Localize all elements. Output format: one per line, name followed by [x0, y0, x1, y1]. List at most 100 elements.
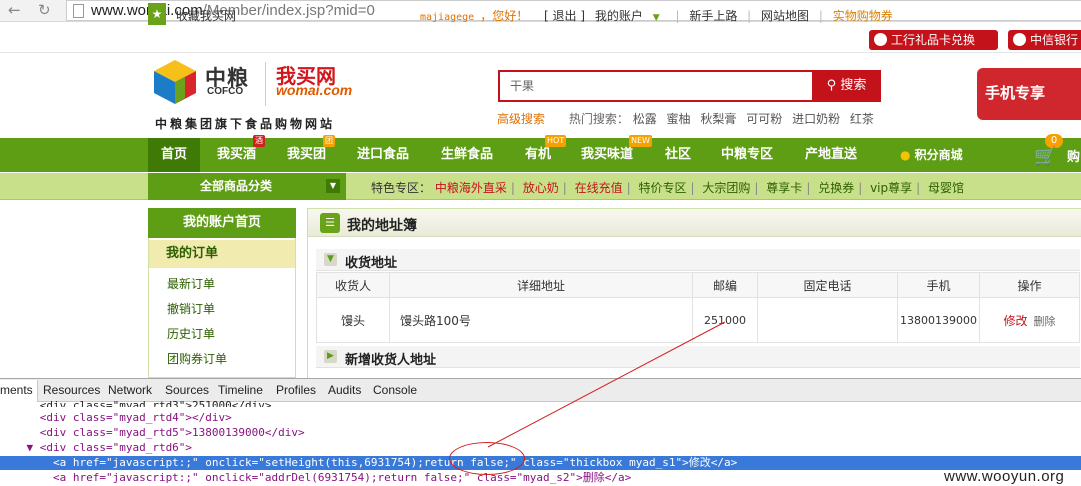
back-icon[interactable]: ← [8, 1, 21, 19]
nav-taste[interactable]: 我买味道 NEW [581, 135, 652, 172]
special-link[interactable]: 特价专区 [639, 181, 687, 195]
chevron-down-icon: ▼ [652, 13, 660, 23]
sidebar-title[interactable]: 我的账户首页 [148, 208, 296, 238]
citic-card-button[interactable]: 中信银行 [1008, 30, 1081, 50]
hot-search-label: 热门搜索： [568, 112, 629, 126]
delete-link[interactable]: 删除 [1034, 315, 1056, 328]
mobile-banner[interactable]: 手机专享 [977, 68, 1081, 120]
chevron-down-icon[interactable]: ▼ [326, 179, 340, 193]
code-line[interactable]: <a href="javascript:;" onclick="addrDel(… [0, 471, 1081, 485]
tab-elements[interactable]: ments [0, 383, 33, 397]
main-nav: 首页 我买酒酒 我买团团 进口食品 生鲜食品 有机 HOT 我买味道 NEW 社区 … [0, 135, 1081, 172]
sitemap-link[interactable]: 网站地图 [761, 9, 809, 23]
tab-audits[interactable]: Audits [328, 383, 361, 397]
divider: | [675, 9, 680, 23]
nav-fresh[interactable]: 生鲜食品 [441, 138, 493, 172]
all-categories-button[interactable]: 全部商品分类 [148, 173, 346, 200]
sidebar-item-latest[interactable]: 最新订单 [167, 275, 215, 292]
favorite-link[interactable]: 收藏我买网 [176, 7, 236, 24]
sidebar-item-history[interactable]: 历史订单 [167, 325, 215, 342]
nav-points[interactable]: ● 积分商城 [900, 138, 963, 172]
nav-import[interactable]: 进口食品 [357, 138, 409, 172]
hot-keyword[interactable]: 秋梨膏 [700, 112, 736, 126]
username: majiagege ，您好！ [420, 9, 529, 23]
col-zip: 邮编 [692, 272, 758, 298]
sidebar-item-group-coupon[interactable]: 团购券订单 [167, 350, 227, 367]
sidebar-item-cancelled[interactable]: 撤销订单 [167, 300, 215, 317]
hot-keyword[interactable]: 进口奶粉 [792, 112, 840, 126]
search-button[interactable]: ⚲ 搜索 [812, 70, 881, 102]
logout-link[interactable]: [ 退出 ] [544, 9, 585, 23]
section-new-title[interactable]: 新增收货人地址 [345, 349, 436, 368]
nav-origin[interactable]: 产地直送 [805, 138, 857, 172]
col-phone: 固定电话 [757, 272, 898, 298]
hot-search: 高级搜索 热门搜索： 松露 蜜柚 秋梨膏 可可粉 进口奶粉 红茶 [497, 110, 880, 127]
divider: | [747, 9, 752, 23]
icbc-card-button[interactable]: 工行礼品卡兑换 [869, 30, 998, 50]
special-link[interactable]: 尊享卡 [766, 181, 802, 195]
col-address: 详细地址 [389, 272, 693, 298]
newbie-link[interactable]: 新手上路 [689, 9, 737, 23]
tab-sources[interactable]: Sources [165, 383, 209, 397]
hot-keyword[interactable]: 蜜柚 [667, 112, 691, 126]
special-link[interactable]: 兑换券 [818, 181, 854, 195]
tab-network[interactable]: Network [108, 383, 152, 397]
cart-label[interactable]: 购 [1067, 146, 1080, 165]
chevron-right-icon[interactable]: ▶ [324, 350, 337, 363]
special-link[interactable]: 在线充值 [575, 181, 623, 195]
sidebar-item-orders[interactable]: 我的订单 [149, 240, 295, 268]
chevron-down-icon[interactable]: ▼ [324, 253, 337, 266]
nav-group[interactable]: 我买团团 [287, 135, 335, 172]
nav-organic[interactable]: 有机 HOT [525, 135, 567, 172]
tab-console[interactable]: Console [373, 383, 417, 397]
section-receive-bar [316, 249, 1080, 271]
code-line[interactable]: <div class="myad_rtd3">251000</div> [0, 399, 1081, 407]
reload-icon[interactable]: ↻ [38, 1, 51, 19]
search-icon: ⚲ [826, 78, 837, 93]
logo-cofco-en: COFCO [207, 86, 244, 97]
cofco-logo-icon[interactable] [152, 58, 198, 106]
special-link[interactable]: 母婴馆 [928, 181, 964, 195]
cell-actions: 修改 删除 [979, 297, 1080, 343]
nav-wine[interactable]: 我买酒酒 [217, 135, 265, 172]
code-line-selected[interactable]: <a href="javascript:;" onclick="setHeigh… [0, 456, 1081, 470]
nav-cofco[interactable]: 中粮专区 [721, 138, 773, 172]
nav-community[interactable]: 社区 [665, 138, 691, 172]
code-line[interactable]: <div class="myad_rtd4"></div> [0, 411, 1081, 425]
advanced-search-link[interactable]: 高级搜索 [497, 112, 545, 126]
special-link[interactable]: 放心奶 [523, 181, 559, 195]
special-link[interactable]: 大宗团购 [702, 181, 750, 195]
search-input[interactable]: 干果 [498, 70, 812, 102]
tab-resources[interactable]: Resources [43, 383, 100, 397]
slogan: 中粮集团旗下食品购物网站 [155, 117, 336, 131]
divider: | [818, 9, 823, 23]
panel-header [308, 209, 1081, 237]
col-mobile: 手机 [897, 272, 980, 298]
table-row: 馒头 馒头路100号 251000 13800139000 修改 删除 [316, 297, 1080, 343]
wine-badge: 酒 [253, 135, 265, 147]
logo-womai-en: womai.com [276, 82, 353, 98]
cell-mobile: 13800139000 [897, 297, 980, 343]
star-icon[interactable]: ★ [148, 3, 166, 25]
special-zone: 特色专区： 中粮海外直采 | 放心奶 | 在线充值 | 特价专区 | 大宗团购 | 尊享卡… [371, 181, 965, 195]
address-table: 收货人 详细地址 邮编 固定电话 手机 操作 馒头 馒头路100号 251000… [316, 272, 1080, 343]
special-label: 特色专区： [371, 181, 432, 195]
tab-timeline[interactable]: Timeline [218, 383, 263, 397]
special-link[interactable]: 中粮海外直采 [435, 181, 507, 195]
code-line[interactable]: ▼ <div class="myad_rtd6"> [0, 441, 1081, 455]
gift-card-link[interactable]: 实物购物券 [833, 9, 893, 23]
edit-link[interactable]: 修改 [1003, 314, 1027, 328]
col-actions: 操作 [979, 272, 1080, 298]
code-line[interactable]: <div class="myad_rtd5">13800139000</div> [0, 426, 1081, 440]
nav-home[interactable]: 首页 [148, 138, 201, 172]
coin-icon: ● [900, 148, 911, 162]
hot-keyword[interactable]: 松露 [633, 112, 657, 126]
annotation-ellipse [449, 442, 525, 475]
cell-zip: 251000 [692, 297, 758, 343]
cart-icon[interactable]: 🛒 [1034, 146, 1056, 167]
hot-keyword[interactable]: 可可粉 [746, 112, 782, 126]
special-link[interactable]: vip尊享 [870, 181, 912, 195]
tab-profiles[interactable]: Profiles [276, 383, 316, 397]
hot-keyword[interactable]: 红茶 [850, 112, 874, 126]
my-account-link[interactable]: 我的账户 ▼ [595, 9, 666, 23]
